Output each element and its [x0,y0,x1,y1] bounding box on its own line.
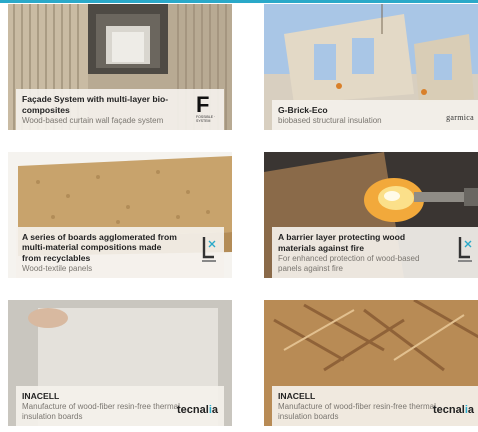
card-subtitle: Wood-based curtain wall façade system [22,116,164,125]
card-caption: G-Brick-Eco biobased structural insulati… [272,99,478,130]
tree-logo-icon [458,237,472,262]
card-title: G-Brick-Eco [278,104,328,115]
card-caption: INACELL Manufacture of wood-fiber resin-… [272,385,478,426]
top-accent-line [0,0,478,3]
card-subtitle: biobased structural insulation [278,116,382,125]
card-title: A barrier layer protecting wood material… [278,232,406,253]
product-card-inacell-fiber[interactable]: INACELL Manufacture of wood-fiber resin-… [264,300,478,426]
company-logo: F FOSSIBLE · SYSTEM [196,92,216,124]
card-caption: A barrier layer protecting wood material… [272,227,478,278]
card-title: A series of boards agglomerated from mul… [22,231,177,263]
product-card-gbrick[interactable]: G-Brick-Eco biobased structural insulati… [264,4,478,130]
product-card-facade[interactable]: Façade System with multi-layer bio-compo… [8,4,232,130]
tree-logo-icon [202,236,216,262]
card-caption: A series of boards agglomerated from mul… [16,226,224,278]
card-subtitle: Wood-textile panels [22,264,93,273]
card-title: INACELL [278,390,316,401]
card-subtitle: For enhanced protection of wood-based pa… [278,254,420,273]
product-card-inacell-board[interactable]: INACELL Manufacture of wood-fiber resin-… [8,300,232,426]
product-card-boards[interactable]: A series of boards agglomerated from mul… [8,152,232,278]
card-subtitle: Manufacture of wood-fiber resin-free the… [278,402,436,421]
product-card-fire[interactable]: A barrier layer protecting wood material… [264,152,478,278]
card-caption: INACELL Manufacture of wood-fiber resin-… [16,385,224,426]
card-title: Façade System with multi-layer bio-compo… [22,94,169,115]
card-subtitle: Manufacture of wood-fiber resin-free the… [22,402,180,421]
company-logo: garmica [446,113,474,122]
card-title: INACELL [22,390,60,401]
company-logo: tecnalia [177,404,218,416]
card-caption: Façade System with multi-layer bio-compo… [16,89,224,130]
company-logo: tecnalia [433,404,474,416]
